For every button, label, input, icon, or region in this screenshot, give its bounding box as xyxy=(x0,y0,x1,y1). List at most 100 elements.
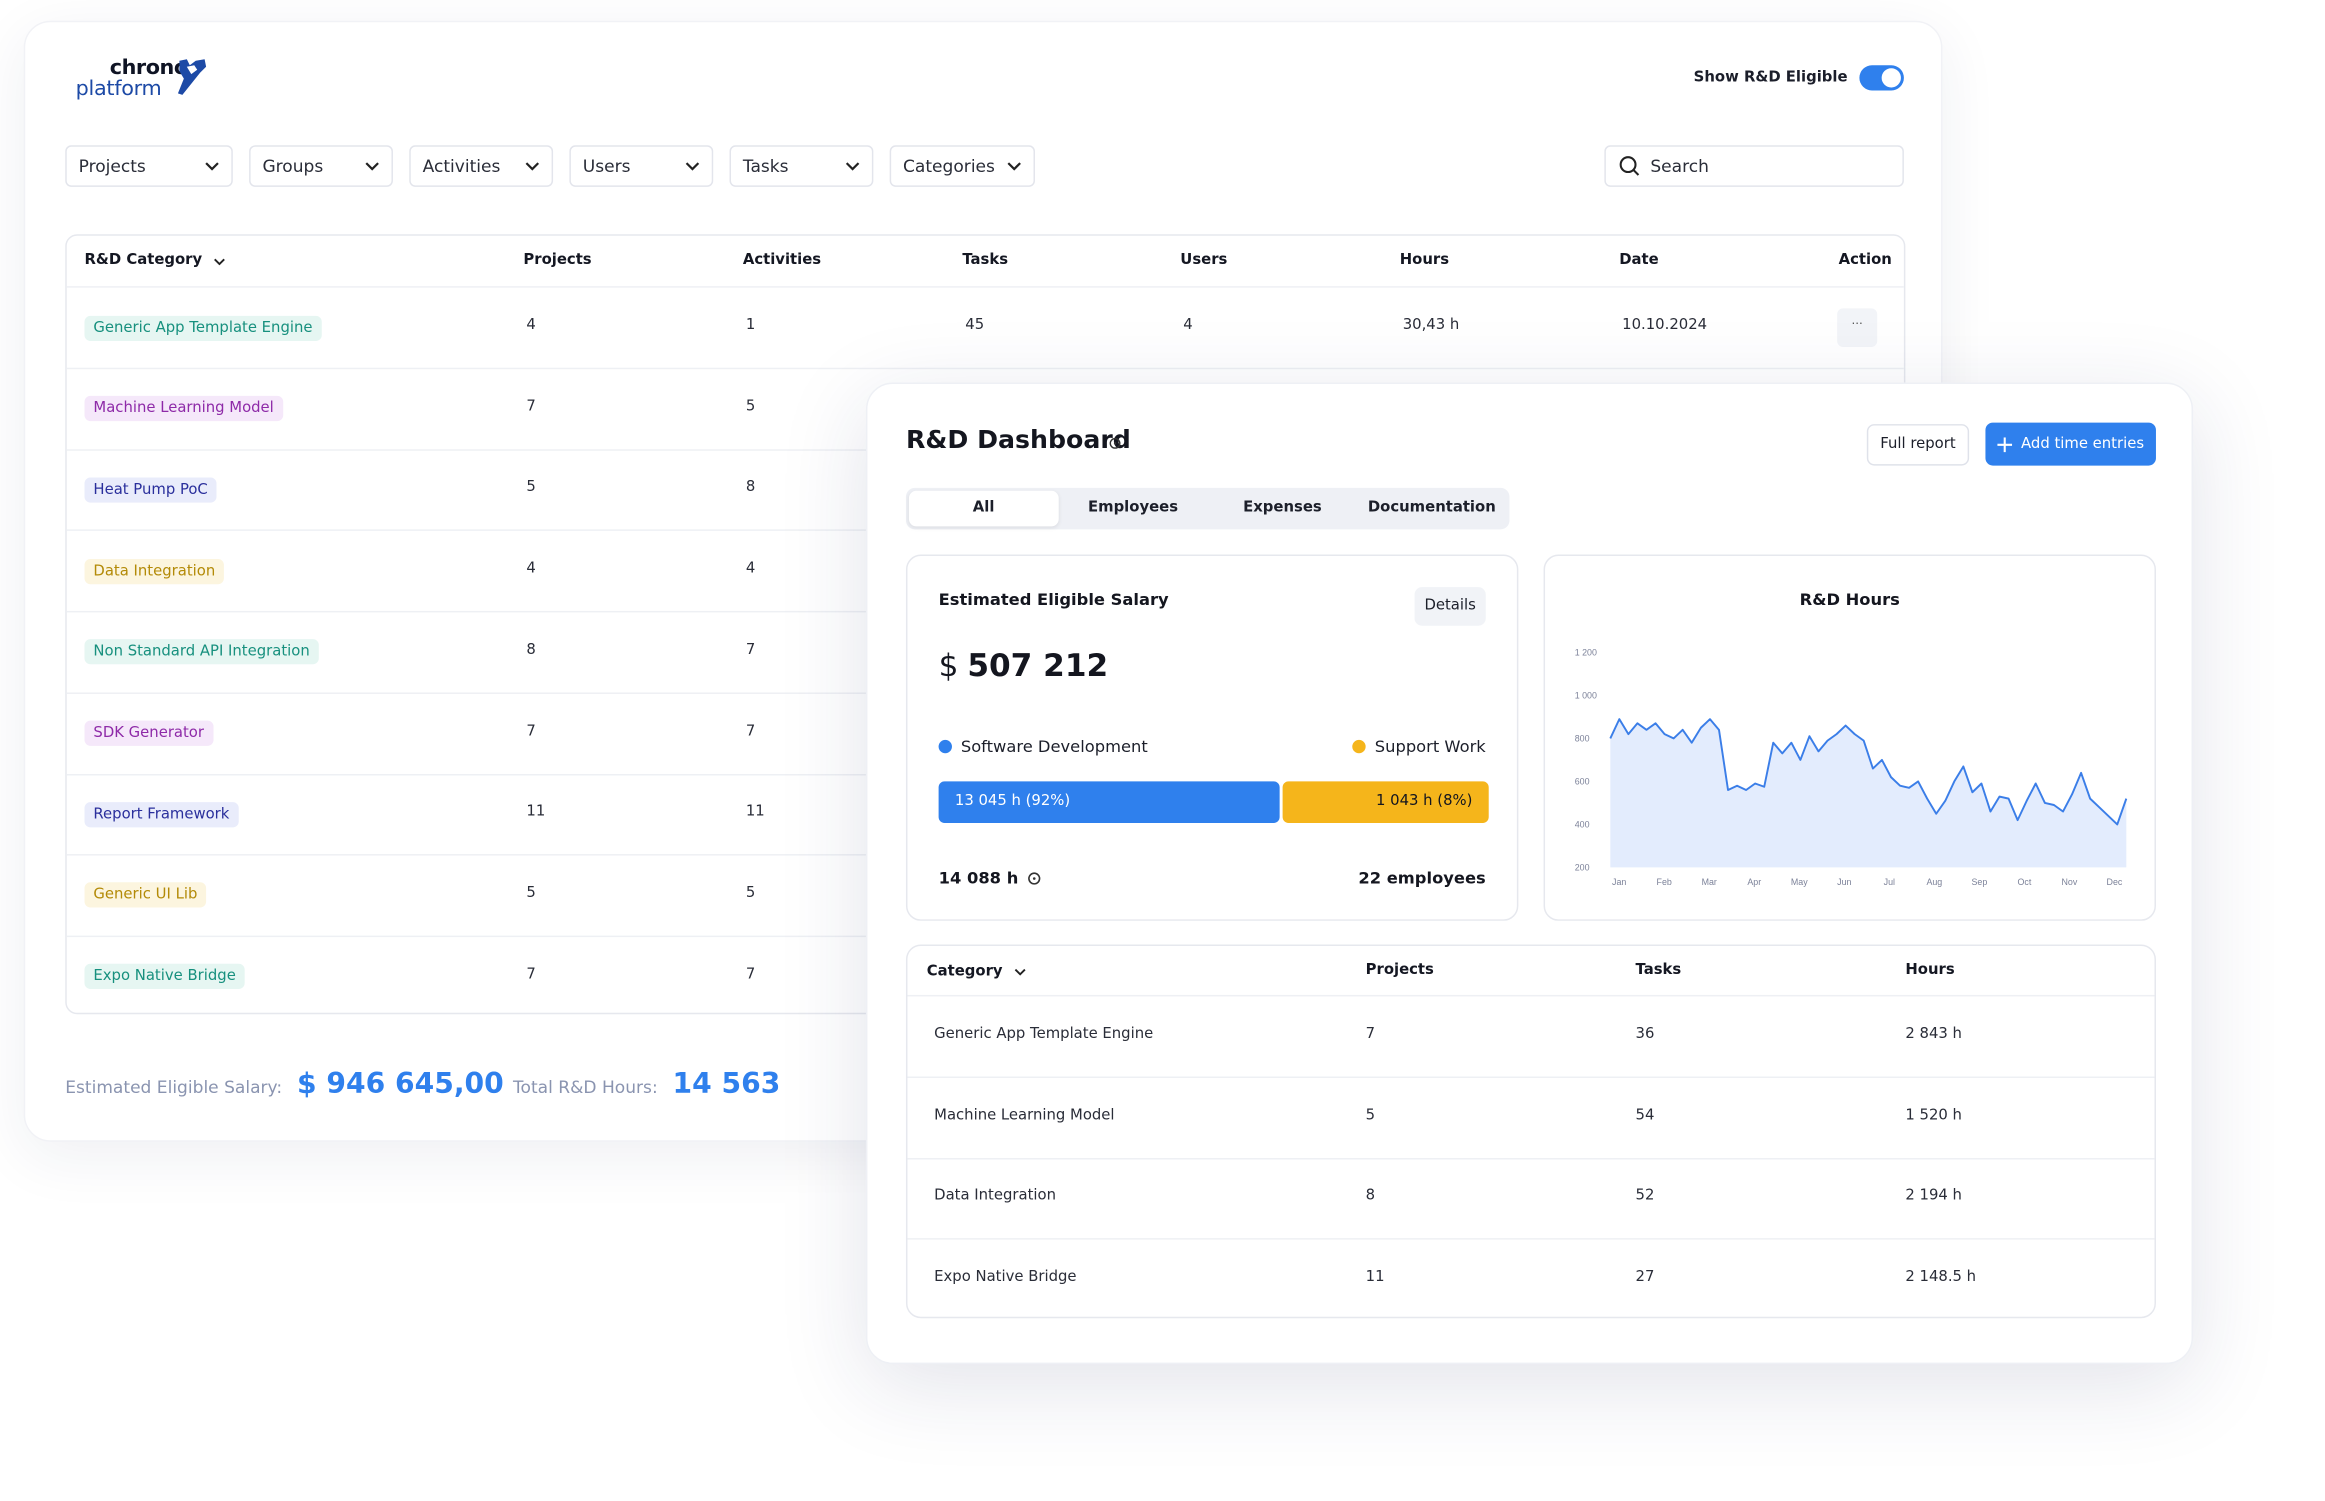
cell-users: 4 xyxy=(1183,317,1193,334)
filter-label: Categories xyxy=(903,155,995,177)
cell-activities: 1 xyxy=(745,317,756,334)
add-time-entries-button[interactable]: Add time entries xyxy=(1985,422,2156,466)
filter-label: Users xyxy=(582,155,631,177)
search-icon xyxy=(1619,156,1640,176)
cell-activities: 8 xyxy=(745,479,756,496)
cell-projects: 11 xyxy=(1365,1268,1385,1286)
header-users: Users xyxy=(1180,252,1228,269)
cell-projects: 5 xyxy=(526,885,536,902)
y-tick-label: 1 000 xyxy=(1575,690,1597,700)
currency-symbol: $ xyxy=(938,647,959,684)
row-action-button[interactable]: ··· xyxy=(1837,308,1878,347)
chevron-down-icon xyxy=(845,162,860,171)
sort-rd-category-header[interactable]: R&D Category xyxy=(85,236,226,286)
chevron-down-icon xyxy=(1014,968,1026,975)
cell-category: Data Integration xyxy=(934,1187,1056,1205)
cell-activities: 4 xyxy=(745,560,756,577)
table-row[interactable]: Generic App Template Engine 7 36 2 843 h xyxy=(907,996,2155,1078)
support-work-segment: 1 043 h (8%) xyxy=(1283,781,1489,823)
brand-mark-icon xyxy=(177,59,207,95)
software-development-segment: 13 045 h (92%) xyxy=(938,781,1281,823)
category-table: Category Projects Tasks Hours Generic Ap… xyxy=(905,944,2156,1319)
estimated-salary-panel: Estimated Eligible Salary Details $507 2… xyxy=(905,554,1519,921)
cell-activities: 5 xyxy=(745,398,756,415)
x-tick-label: Nov xyxy=(2062,877,2078,887)
y-tick-label: 800 xyxy=(1575,733,1590,743)
salary-summary: Estimated Eligible Salary: $ 946 645,00 xyxy=(65,1068,504,1101)
y-tick-label: 1 200 xyxy=(1575,647,1597,657)
y-tick-label: 200 xyxy=(1575,862,1590,872)
x-tick-label: May xyxy=(1791,877,1808,887)
cell-hours: 2 148.5 h xyxy=(1905,1268,1977,1286)
cell-projects: 8 xyxy=(1365,1187,1376,1205)
filter-projects[interactable]: Projects xyxy=(65,145,233,187)
dashboard-tabs: All Employees Expenses Documentation xyxy=(905,487,1510,530)
table-row[interactable]: Machine Learning Model 5 54 1 520 h xyxy=(907,1077,2155,1159)
legend-label: Support Work xyxy=(1374,736,1486,757)
header-hours: Hours xyxy=(1399,252,1450,269)
cell-activities: 7 xyxy=(745,966,756,983)
full-report-button[interactable]: Full report xyxy=(1866,424,1970,466)
cell-hours: 1 520 h xyxy=(1905,1107,1962,1124)
rd-hours-chart: 1 200 1 000 800 600 400 200 Jan Feb Mar Apr May Jun… xyxy=(1575,647,2128,887)
table-row[interactable]: Data Integration 8 52 2 194 h xyxy=(907,1158,2155,1240)
header-projects: Projects xyxy=(1365,962,1434,979)
search-placeholder: Search xyxy=(1650,155,1709,177)
salary-value: 507 212 xyxy=(967,647,1109,684)
tab-employees[interactable]: Employees xyxy=(1058,491,1207,527)
category-tag: Generic App Template Engine xyxy=(84,315,322,341)
details-button[interactable]: Details xyxy=(1414,587,1486,626)
rd-eligible-toggle[interactable] xyxy=(1859,65,1904,91)
search-input[interactable]: Search xyxy=(1604,145,1904,187)
tab-expenses[interactable]: Expenses xyxy=(1208,491,1357,527)
x-tick-label: Oct xyxy=(2017,877,2031,887)
legend-support-work: Support Work xyxy=(1352,736,1486,757)
category-tag: Expo Native Bridge xyxy=(84,963,245,990)
category-tag: Heat Pump PoC xyxy=(84,477,217,503)
employee-count: 22 employees xyxy=(1358,868,1486,889)
info-icon[interactable] xyxy=(1027,872,1041,885)
filter-label: Projects xyxy=(78,155,146,177)
filter-groups[interactable]: Groups xyxy=(249,145,393,187)
filter-tasks[interactable]: Tasks xyxy=(729,145,874,187)
tab-all[interactable]: All xyxy=(908,490,1059,527)
cell-category: Generic App Template Engine xyxy=(934,1026,1154,1043)
header-label: Category xyxy=(926,963,1003,980)
cell-category: Machine Learning Model xyxy=(934,1107,1115,1124)
dashboard-title: R&D Dashboard xyxy=(905,425,1131,456)
info-icon[interactable] xyxy=(1109,437,1121,449)
salary-summary-label: Estimated Eligible Salary: xyxy=(65,1076,283,1098)
chevron-down-icon xyxy=(214,257,226,265)
filter-users[interactable]: Users xyxy=(569,145,714,187)
cell-projects: 8 xyxy=(526,641,536,659)
cell-category: Expo Native Bridge xyxy=(934,1268,1077,1286)
chevron-down-icon xyxy=(205,162,219,171)
rd-dashboard-card: R&D Dashboard Full report Add time entri… xyxy=(865,382,2194,1365)
tab-documentation[interactable]: Documentation xyxy=(1357,491,1506,527)
cell-projects: 7 xyxy=(526,398,536,415)
toggle-knob xyxy=(1881,68,1901,88)
filter-activities[interactable]: Activities xyxy=(409,145,554,187)
category-tag: Generic UI Lib xyxy=(84,882,207,909)
cell-projects: 4 xyxy=(526,317,536,334)
table-row[interactable]: Expo Native Bridge 11 27 2 148.5 h xyxy=(907,1239,2154,1316)
hours-area-fill xyxy=(1610,719,2127,868)
cell-date: 10.10.2024 xyxy=(1622,317,1708,334)
cell-tasks: 36 xyxy=(1635,1026,1655,1043)
stage: chrono platform Show R&D Eligible Projec… xyxy=(0,0,2325,1501)
cell-tasks: 52 xyxy=(1635,1187,1655,1205)
rd-eligible-toggle-group: Show R&D Eligible xyxy=(1694,65,1904,91)
chevron-down-icon xyxy=(525,162,540,171)
sort-category-header[interactable]: Category xyxy=(927,946,1027,996)
header-projects: Projects xyxy=(523,252,592,269)
salary-panel-title: Estimated Eligible Salary xyxy=(938,590,1169,610)
cell-projects: 7 xyxy=(526,966,536,983)
filter-categories[interactable]: Categories xyxy=(889,145,1035,187)
table-row[interactable]: Generic App Template Engine 4 1 45 4 30,43 h 1… xyxy=(66,288,1904,370)
hours-summary: Total R&D Hours: 14 563 xyxy=(513,1068,780,1101)
cell-hours: 30,43 h xyxy=(1402,317,1460,334)
cell-activities: 7 xyxy=(745,641,756,659)
cell-activities: 11 xyxy=(745,803,765,821)
x-tick-label: Jun xyxy=(1837,877,1851,887)
legend-label: Software Development xyxy=(960,736,1148,757)
